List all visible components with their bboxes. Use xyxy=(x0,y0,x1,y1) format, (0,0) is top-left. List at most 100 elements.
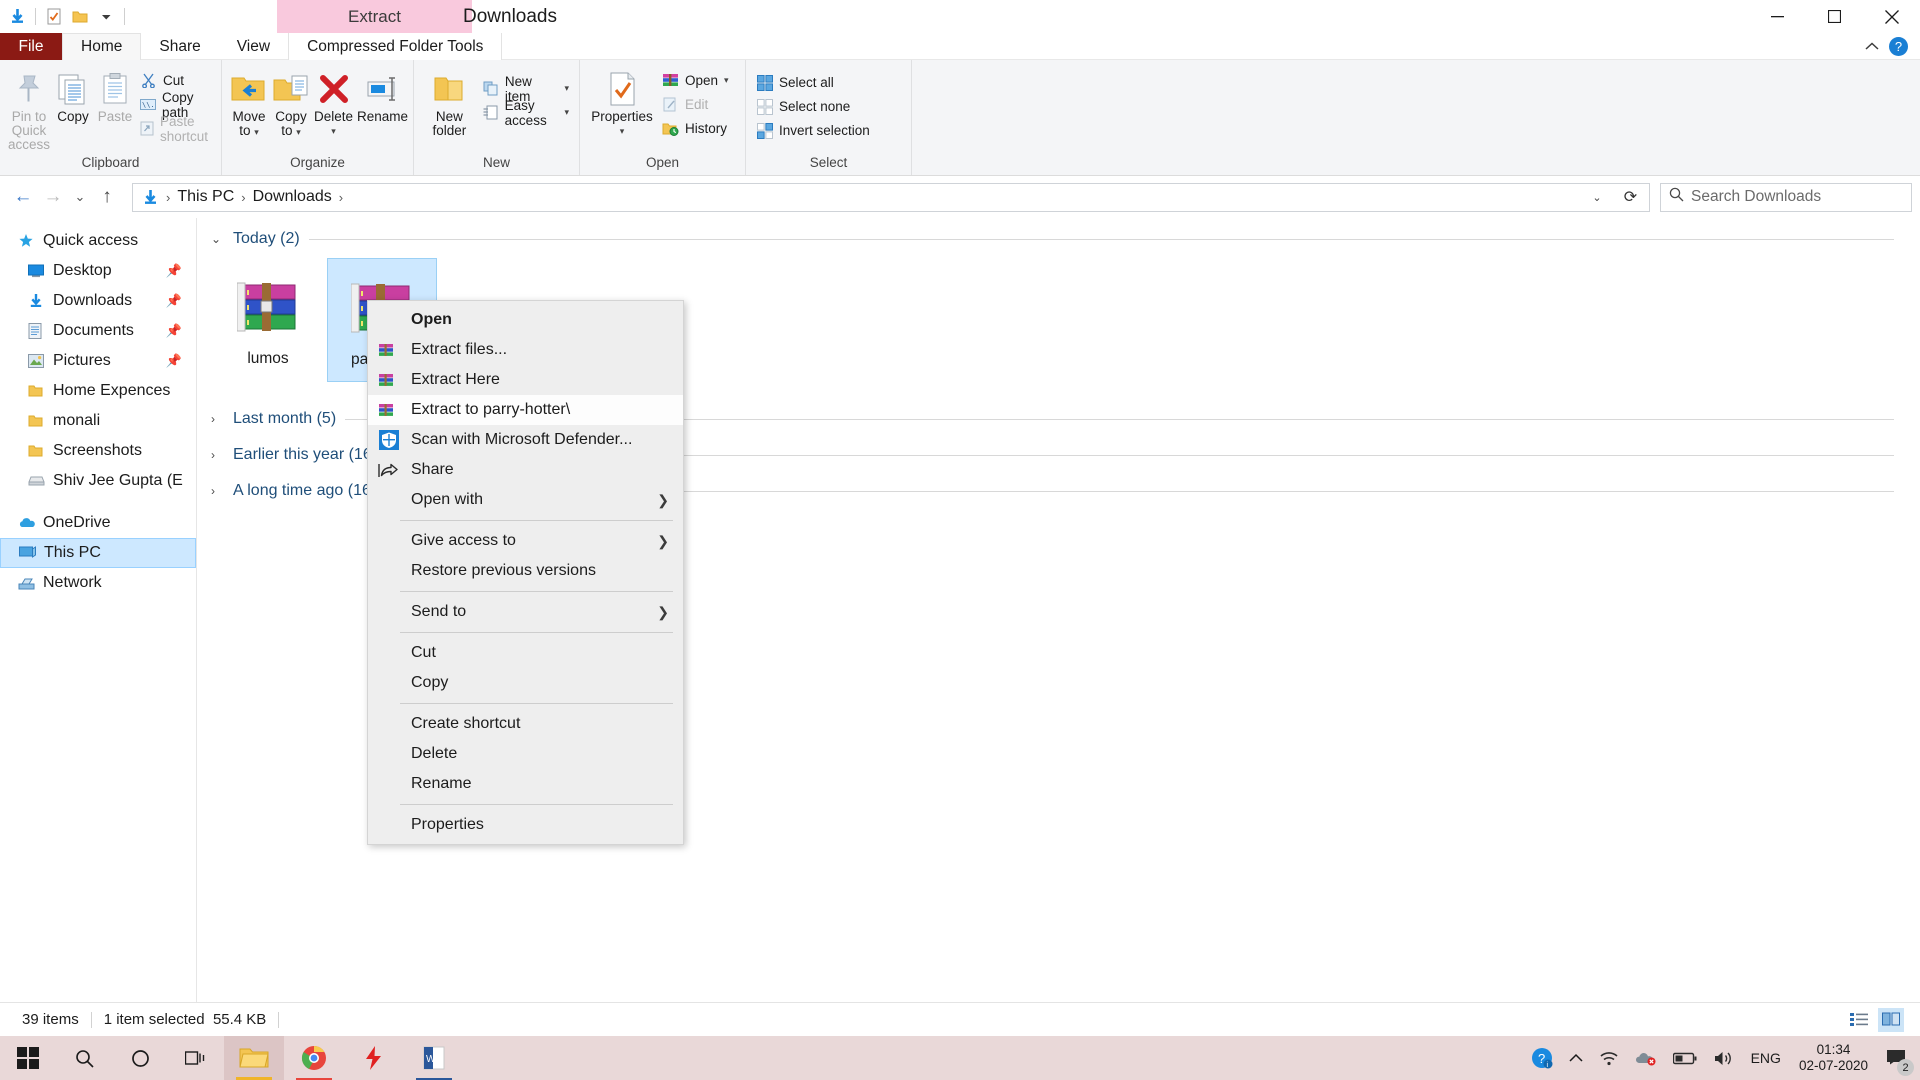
task-view-button[interactable] xyxy=(168,1036,224,1080)
minimize-button[interactable] xyxy=(1749,0,1806,33)
word-taskbar-icon[interactable]: W xyxy=(404,1036,464,1080)
breadcrumb-dropdown-icon[interactable]: ⌄ xyxy=(1586,191,1608,204)
sidebar-item-network[interactable]: Network xyxy=(0,568,196,598)
tab-home[interactable]: Home xyxy=(62,33,142,60)
paste-shortcut-button[interactable]: Paste shortcut xyxy=(136,114,215,144)
onedrive-tray-icon[interactable] xyxy=(1627,1036,1665,1080)
chevron-right-icon[interactable]: › xyxy=(211,412,224,426)
large-icons-view-button[interactable] xyxy=(1878,1007,1904,1032)
cortana-button[interactable] xyxy=(112,1036,168,1080)
easy-access-button[interactable]: Easy access ▾ xyxy=(479,98,573,128)
copy-button[interactable]: Copy xyxy=(52,64,94,128)
tab-share[interactable]: Share xyxy=(141,33,218,60)
select-all-button[interactable]: Select all xyxy=(752,72,874,93)
downloads-icon[interactable] xyxy=(4,4,30,30)
tab-view[interactable]: View xyxy=(219,33,288,60)
up-button[interactable]: ↑ xyxy=(92,182,122,212)
context-menu-item-share[interactable]: Share xyxy=(368,455,683,485)
copy-to-button[interactable]: Copy to ▾ xyxy=(270,64,312,143)
start-button[interactable] xyxy=(0,1036,56,1080)
context-menu-item-delete[interactable]: Delete xyxy=(368,739,683,769)
sidebar-item-monali[interactable]: monali xyxy=(0,406,196,436)
open-button[interactable]: Open ▾ xyxy=(658,70,733,91)
close-button[interactable] xyxy=(1863,0,1920,33)
collapse-ribbon-icon[interactable] xyxy=(1865,38,1879,56)
chevron-right-icon[interactable]: › xyxy=(211,484,224,498)
file-explorer-taskbar-icon[interactable] xyxy=(224,1036,284,1080)
sidebar-item-home-expences[interactable]: Home Expences xyxy=(0,376,196,406)
clock[interactable]: 01:34 02-07-2020 xyxy=(1789,1036,1878,1080)
context-menu-item-extract-files[interactable]: Extract files... xyxy=(368,335,683,365)
forward-button[interactable]: → xyxy=(38,182,68,212)
delete-button[interactable]: Delete ▾ xyxy=(312,64,355,142)
select-none-button[interactable]: Select none xyxy=(752,96,874,117)
breadcrumb-this-pc[interactable]: This PC xyxy=(173,185,238,210)
sidebar-item-documents[interactable]: Documents 📌 xyxy=(0,316,196,346)
new-folder-button[interactable]: New folder xyxy=(420,64,479,142)
breadcrumb-bar[interactable]: › This PC › Downloads › ⌄ xyxy=(132,182,1613,212)
group-header-today[interactable]: ⌄ Today (2) xyxy=(197,224,1920,254)
context-menu-item-rename[interactable]: Rename xyxy=(368,769,683,799)
breadcrumb-separator-2[interactable]: › xyxy=(336,190,346,205)
context-menu-item-copy[interactable]: Copy xyxy=(368,668,683,698)
flash-taskbar-icon[interactable] xyxy=(344,1036,404,1080)
context-menu-item-restore-previous-versions[interactable]: Restore previous versions xyxy=(368,556,683,586)
details-view-button[interactable] xyxy=(1846,1008,1872,1032)
wifi-icon[interactable] xyxy=(1591,1036,1627,1080)
invert-selection-button[interactable]: Invert selection xyxy=(752,120,874,141)
tab-compressed-folder-tools[interactable]: Compressed Folder Tools xyxy=(288,33,503,60)
new-folder-icon[interactable] xyxy=(67,4,93,30)
cut-button[interactable]: Cut xyxy=(136,70,215,91)
sidebar-item-onedrive[interactable]: OneDrive xyxy=(0,508,196,538)
refresh-button[interactable]: ⟳ xyxy=(1612,182,1650,212)
breadcrumb-downloads[interactable]: Downloads xyxy=(249,185,336,210)
rename-button[interactable]: Rename xyxy=(355,64,410,128)
edit-button[interactable]: Edit xyxy=(658,94,733,115)
sidebar-item-shiv-jee-gupta[interactable]: Shiv Jee Gupta (E xyxy=(0,466,196,496)
sidebar-item-quick-access[interactable]: Quick access xyxy=(0,226,196,256)
search-taskbar-button[interactable] xyxy=(56,1036,112,1080)
context-menu-item-open[interactable]: Open xyxy=(368,305,683,335)
back-button[interactable]: ← xyxy=(8,182,38,212)
context-menu-item-give-access-to[interactable]: Give access to ❯ xyxy=(368,526,683,556)
search-box[interactable]: Search Downloads xyxy=(1660,182,1912,212)
chevron-down-icon[interactable]: ⌄ xyxy=(211,232,224,246)
context-menu-item-extract-here[interactable]: Extract Here xyxy=(368,365,683,395)
chrome-taskbar-icon[interactable] xyxy=(284,1036,344,1080)
properties-button[interactable]: Properties ▾ xyxy=(586,64,658,142)
breadcrumb-separator-0[interactable]: › xyxy=(163,190,173,205)
sidebar-item-screenshots[interactable]: Screenshots xyxy=(0,436,196,466)
help-tray-icon[interactable]: ? i xyxy=(1523,1036,1561,1080)
battery-icon[interactable] xyxy=(1665,1036,1705,1080)
context-menu-item-send-to[interactable]: Send to ❯ xyxy=(368,597,683,627)
sidebar-item-pictures[interactable]: Pictures 📌 xyxy=(0,346,196,376)
breadcrumb-separator-1[interactable]: › xyxy=(238,190,248,205)
sidebar-item-this-pc[interactable]: This PC xyxy=(0,538,196,568)
context-menu-item-open-with[interactable]: Open with ❯ xyxy=(368,485,683,515)
volume-icon[interactable] xyxy=(1705,1036,1743,1080)
chevron-down-icon[interactable] xyxy=(93,4,119,30)
maximize-button[interactable] xyxy=(1806,0,1863,33)
tab-file[interactable]: File xyxy=(0,33,62,60)
chevron-right-icon[interactable]: › xyxy=(211,448,224,462)
show-hidden-icons-icon[interactable] xyxy=(1561,1036,1591,1080)
context-menu-item-scan-defender[interactable]: Scan with Microsoft Defender... xyxy=(368,425,683,455)
help-icon[interactable]: ? xyxy=(1889,37,1908,56)
context-menu-item-cut[interactable]: Cut xyxy=(368,638,683,668)
context-menu-item-properties[interactable]: Properties xyxy=(368,810,683,840)
context-menu-item-extract-to-folder[interactable]: Extract to parry-hotter\ xyxy=(368,395,683,425)
paste-button[interactable]: Paste xyxy=(94,64,136,128)
pin-to-quick-access-button[interactable]: Pin to Quick access xyxy=(6,64,52,156)
move-to-button[interactable]: Move to ▾ xyxy=(228,64,270,143)
notifications-button[interactable]: 2 xyxy=(1878,1036,1916,1080)
file-tile-lumos[interactable]: lumos xyxy=(213,258,323,382)
language-indicator[interactable]: ENG xyxy=(1743,1036,1789,1080)
sidebar-item-downloads[interactable]: Downloads 📌 xyxy=(0,286,196,316)
copy-path-button[interactable]: \\.. Copy path xyxy=(136,90,215,120)
history-button[interactable]: History xyxy=(658,118,733,139)
properties-icon[interactable] xyxy=(41,4,67,30)
recent-locations-button[interactable]: ⌄ xyxy=(68,182,92,212)
new-item-button[interactable]: New item ▾ xyxy=(479,74,573,104)
sidebar-item-desktop[interactable]: Desktop 📌 xyxy=(0,256,196,286)
context-menu-item-create-shortcut[interactable]: Create shortcut xyxy=(368,709,683,739)
